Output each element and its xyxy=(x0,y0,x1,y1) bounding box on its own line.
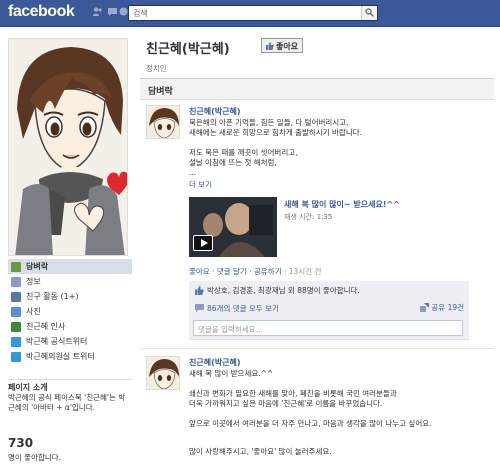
messages-icon[interactable] xyxy=(107,6,118,17)
video-title[interactable]: 새해 복 많이 많이~ 받으세요!^^ xyxy=(284,199,400,210)
shares-text: 공유 19건 xyxy=(431,303,465,312)
search-value: 검색 xyxy=(133,9,148,18)
see-more-link[interactable]: 더 보기 xyxy=(189,180,212,190)
like-button-label: 좋아요 xyxy=(276,42,299,51)
sidebar-item-label: 사진 xyxy=(26,307,41,316)
post-avatar[interactable] xyxy=(146,105,180,139)
post-author[interactable]: 친근혜(박근혜) xyxy=(189,106,240,117)
greeting-icon xyxy=(11,321,21,332)
post-text-line: 저도 묵은 때를 깨끗이 씻어버리고, xyxy=(189,148,298,157)
about-text: 박근혜의 공식 페이스북 '친근혜'는 박근혜의 '아바타 + α'입니다. xyxy=(8,393,126,412)
wall-icon xyxy=(11,261,21,272)
thumbs-up-icon xyxy=(195,286,204,295)
likes-summary: 박상호, 김경훈, 최광재님 외 88명이 좋아합니다. xyxy=(189,281,469,301)
likes-text[interactable]: 박상호, 김경훈, 최광재님 외 88명이 좋아합니다. xyxy=(207,286,360,295)
search-icon xyxy=(365,8,374,17)
friend-requests-icon[interactable] xyxy=(92,6,103,17)
post-text-line: ... xyxy=(189,168,197,177)
page-category[interactable]: 정치인 xyxy=(146,63,167,74)
page-title: 친근혜(박근혜) xyxy=(146,42,230,57)
search-button[interactable] xyxy=(361,6,377,20)
thumbs-up-icon xyxy=(266,42,274,50)
about-section-title: 페이지 소개 xyxy=(8,379,132,393)
sidebar-item-official-twitter[interactable]: 박근혜 공식트위터 xyxy=(8,334,132,349)
sidebar-item-label: 친근혜 인사 xyxy=(26,322,66,331)
photo-icon xyxy=(11,306,21,317)
video-duration: 재생 시간: 1:35 xyxy=(284,213,333,221)
sidebar-item-label: 박근혜 공식트위터 xyxy=(26,337,88,346)
post-text-line: 새해 복 많이 받으세요.^^ xyxy=(189,369,274,378)
post-timestamp[interactable]: 13시간 전 xyxy=(289,267,322,276)
play-icon[interactable] xyxy=(193,235,213,251)
sidebar-item-friends[interactable]: 친구 활동 (1+) xyxy=(8,289,132,304)
comment-placeholder: 댓글을 입력하세요... xyxy=(198,325,263,334)
shares-count[interactable]: 공유 19건 xyxy=(420,302,464,313)
sidebar-item-info[interactable]: 정보 xyxy=(8,274,132,289)
action-links[interactable]: 좋아요 · 댓글 달기 · 공유하기 · xyxy=(189,267,286,276)
post-text-line: 설날 아침에 뜨는 첫 해처럼, xyxy=(189,158,277,167)
top-bar: facebook 검색 xyxy=(0,0,500,27)
post-text-line: 많이 사랑해주시고, '좋아요' 많이 눌러주세요. xyxy=(189,447,332,456)
sidebar-item-photos[interactable]: 사진 xyxy=(8,304,132,319)
sidebar-item-label: 담벼락 xyxy=(26,262,49,271)
comment-input[interactable]: 댓글을 입력하세요... xyxy=(193,320,463,336)
sidebar-item-wall[interactable]: 담벼락 xyxy=(8,259,132,274)
likes-label: 명이 좋아합니다. xyxy=(8,453,62,462)
post-text-line: 쇄신과 변화가 필요한 새해를 맞아, 폐친을 비롯해 국민 여러분들과 xyxy=(189,389,397,398)
sidebar-item-greeting[interactable]: 친근혜 인사 xyxy=(8,319,132,334)
sidebar-item-label: 친구 활동 (1+) xyxy=(26,292,79,301)
post-text-line: 새해에는 새로운 희망으로 힘차게 출발하시기 바랍니다. xyxy=(189,128,363,137)
facebook-logo[interactable]: facebook xyxy=(8,3,75,21)
post-actions: 좋아요 · 댓글 달기 · 공유하기 · 13시간 전 xyxy=(189,266,321,277)
info-icon xyxy=(11,276,21,287)
post-text-line: 앞으로 이곳에서 여러분을 더 자주 만나고, 마음과 생각을 많이 나누고 싶… xyxy=(189,419,432,428)
twitter-icon xyxy=(11,336,21,347)
post-divider xyxy=(140,348,494,349)
post-avatar[interactable] xyxy=(146,356,180,390)
sidebar-item-label: 박근혜의원실 트위터 xyxy=(26,352,95,361)
post-text-line: 더욱 가까워지고 싶은 마음에 '친근혜'로 이름을 바꾸었습니다. xyxy=(189,399,383,408)
sidebar-item-office-twitter[interactable]: 박근혜의원실 트위터 xyxy=(8,349,132,364)
friends-icon xyxy=(11,291,21,302)
post-text-line: 묵은해의 아픈 기억들, 힘든 일들, 다 털어버리시고, xyxy=(189,118,349,127)
search-input[interactable]: 검색 xyxy=(128,5,378,21)
likes-count[interactable]: 730 xyxy=(8,436,33,450)
post-author[interactable]: 친근혜(박근혜) xyxy=(189,357,240,368)
profile-picture[interactable] xyxy=(8,38,128,256)
share-icon xyxy=(420,303,429,312)
twitter-icon xyxy=(11,351,21,362)
video-thumbnail[interactable] xyxy=(189,197,277,257)
comment-icon xyxy=(195,304,204,313)
wall-header: 담벼락 xyxy=(140,78,494,100)
sidebar-nav: 담벼락 정보 친구 활동 (1+) 사진 친근혜 인사 박근혜 공식트위터 박근… xyxy=(8,259,132,364)
sidebar-item-label: 정보 xyxy=(26,277,41,286)
view-all-comments-link[interactable]: 86개의 댓글 모두 보기 xyxy=(207,304,279,313)
like-page-button[interactable]: 좋아요 xyxy=(261,38,304,53)
